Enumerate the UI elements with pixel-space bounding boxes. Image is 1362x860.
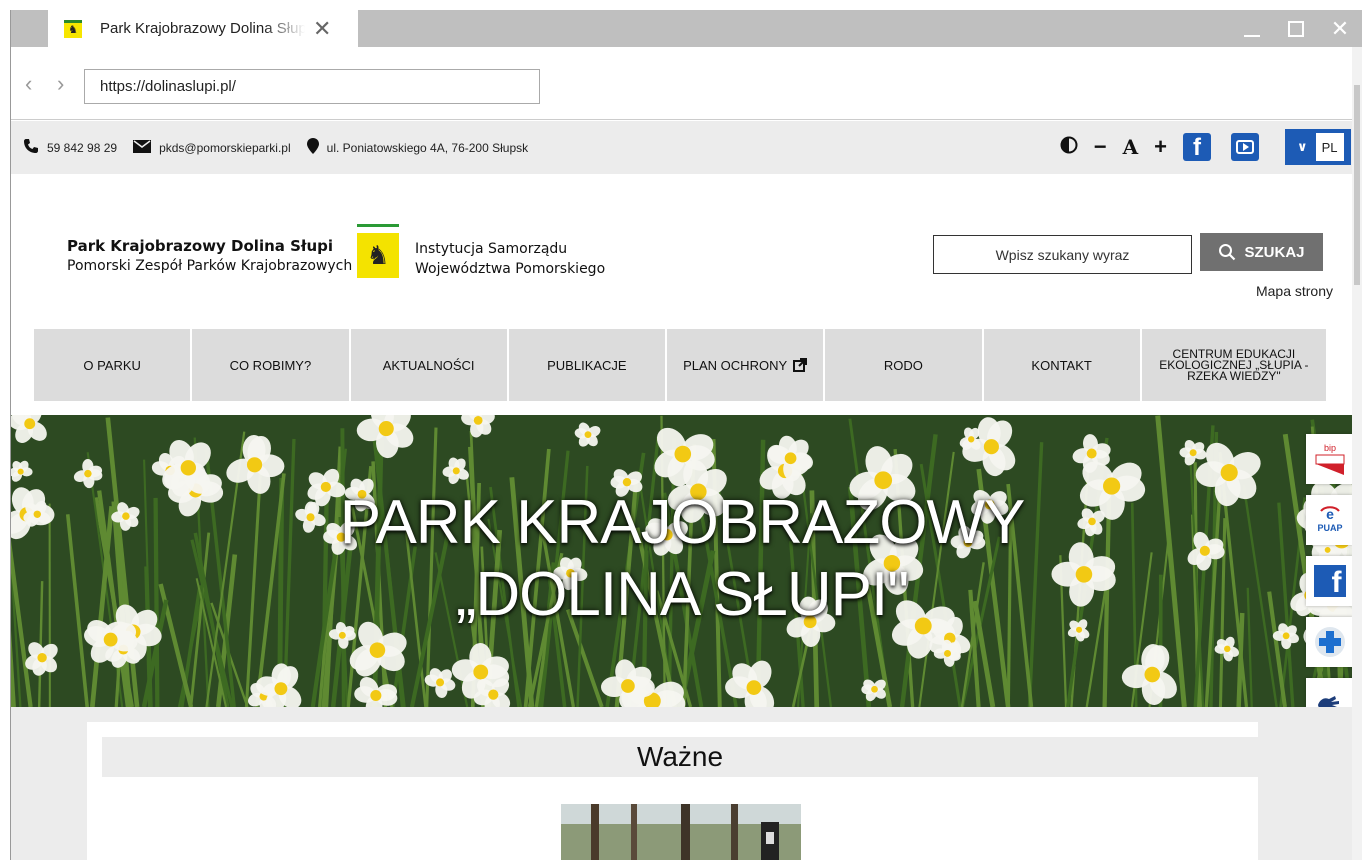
accessibility-tools: − A + f ∨ PL — [1060, 129, 1351, 165]
address-bar: ‹ › https://dolinaslupi.pl/ — [11, 47, 1362, 120]
phone-contact[interactable]: 59 842 98 29 — [23, 138, 117, 157]
window-controls: ✕ — [1230, 10, 1362, 47]
first-aid-link[interactable] — [1306, 617, 1353, 667]
envelope-icon — [133, 139, 152, 156]
forward-button[interactable]: › — [57, 71, 64, 97]
main-menu: O PARKU CO ROBIMY? AKTUALNOŚCI PUBLIKACJ… — [34, 329, 1326, 401]
page-scrollbar[interactable] — [1352, 47, 1362, 860]
url-input[interactable]: https://dolinaslupi.pl/ — [84, 69, 540, 104]
hero-title: PARK KRAJOBRAZOWY „DOLINA SŁUPI" — [11, 487, 1353, 631]
close-icon: ✕ — [1330, 15, 1350, 41]
address-contact[interactable]: ul. Poniatowskiego 4A, 76-200 Słupsk — [306, 138, 529, 157]
menu-item-centrum-edukacji[interactable]: CENTRUM EDUKACJI EKOLOGICZNEJ „SŁUPIA - … — [1141, 329, 1326, 401]
search-button[interactable]: SZUKAJ — [1200, 233, 1323, 271]
contact-bar: 59 842 98 29 pkds@pomorskieparki.pl ul. … — [11, 121, 1353, 174]
epuap-link[interactable]: e PUAP — [1306, 495, 1353, 545]
chevron-down-icon: ∨ — [1297, 139, 1308, 154]
institution-line1: Instytucja Samorządu — [415, 241, 568, 257]
hero-title-line2: „DOLINA SŁUPI" — [455, 560, 909, 629]
facebook-icon: f — [1313, 565, 1346, 599]
close-tab-icon[interactable]: ✕ — [313, 17, 331, 40]
institution-text: Instytucja Samorządu Województwa Pomorsk… — [415, 239, 605, 279]
external-link-icon — [793, 358, 808, 372]
bip-link[interactable]: bip — [1306, 434, 1353, 484]
facebook-side-link[interactable]: f — [1306, 556, 1353, 606]
menu-item-label: PLAN OCHRONY — [683, 357, 788, 373]
email-contact[interactable]: pkds@pomorskieparki.pl — [133, 139, 291, 156]
svg-text:bip: bip — [1323, 443, 1335, 453]
medical-cross-icon — [1314, 627, 1345, 657]
font-decrease-button[interactable]: − — [1094, 134, 1107, 160]
content-area: Ważne — [11, 707, 1353, 860]
site-logo-text[interactable]: Park Krajobrazowy Dolina Słupi Pomorski … — [67, 237, 352, 274]
section-title: Ważne — [102, 737, 1258, 777]
org-name: Park Krajobrazowy Dolina Słupi — [67, 237, 334, 255]
web-page: 59 842 98 29 pkds@pomorskieparki.pl ul. … — [11, 121, 1353, 860]
menu-item-aktualnosci[interactable]: AKTUALNOŚCI — [350, 329, 509, 401]
institution-line2: Województwa Pomorskiego — [415, 261, 606, 277]
sitemap-link[interactable]: Mapa strony — [1256, 283, 1333, 299]
close-window-button[interactable]: ✕ — [1318, 10, 1362, 47]
search-button-label: SZUKAJ — [1244, 243, 1305, 261]
tab-bar: ♞ Park Krajobrazowy Dolina Słupi ✕ ✕ — [11, 10, 1362, 47]
site-header: Park Krajobrazowy Dolina Słupi Pomorski … — [11, 174, 1353, 329]
tab-title: Park Krajobrazowy Dolina Słupi — [100, 20, 305, 37]
svg-text:PUAP: PUAP — [1317, 523, 1342, 533]
contrast-button[interactable] — [1060, 134, 1078, 160]
minimize-icon — [1244, 34, 1260, 37]
maximize-icon — [1288, 20, 1304, 37]
menu-item-rodo[interactable]: RODO — [825, 329, 984, 401]
browser-window: ♞ Park Krajobrazowy Dolina Słupi ✕ ✕ ‹ ›… — [10, 10, 1362, 860]
menu-item-publikacje[interactable]: PUBLIKACJE — [508, 329, 667, 401]
phone-icon — [23, 138, 39, 157]
menu-item-o-parku[interactable]: O PARKU — [34, 329, 193, 401]
org-subtitle: Pomorski Zespół Parków Krajobrazowych — [67, 258, 353, 274]
news-thumbnail[interactable] — [561, 804, 801, 860]
griffin-crest-icon: ♞ — [357, 224, 399, 278]
font-increase-button[interactable]: + — [1154, 134, 1167, 160]
maximize-button[interactable] — [1274, 10, 1318, 47]
language-code: PL — [1315, 133, 1344, 161]
hero-banner: PARK KRAJOBRAZOWY „DOLINA SŁUPI" — [11, 415, 1353, 707]
font-size-label: A — [1122, 135, 1139, 159]
search-input[interactable]: Wpisz szukany wyraz — [933, 235, 1192, 274]
important-section: Ważne — [87, 722, 1258, 860]
map-pin-icon — [306, 138, 319, 157]
epuap-icon: e PUAP — [1317, 506, 1342, 533]
language-selector[interactable]: ∨ PL — [1285, 129, 1351, 165]
menu-item-kontakt[interactable]: KONTAKT — [983, 329, 1142, 401]
email-address: pkds@pomorskieparki.pl — [159, 140, 291, 155]
browser-tab[interactable]: ♞ Park Krajobrazowy Dolina Słupi ✕ — [48, 10, 358, 47]
menu-item-co-robimy[interactable]: CO ROBIMY? — [192, 329, 351, 401]
minimize-button[interactable] — [1230, 10, 1274, 47]
favicon-icon: ♞ — [64, 19, 82, 38]
phone-number: 59 842 98 29 — [47, 140, 118, 155]
search-icon — [1219, 244, 1236, 261]
hero-title-line1: PARK KRAJOBRAZOWY — [339, 488, 1026, 557]
back-button[interactable]: ‹ — [25, 71, 32, 97]
youtube-icon[interactable] — [1231, 133, 1259, 161]
facebook-icon[interactable]: f — [1183, 133, 1211, 161]
menu-item-plan-ochrony[interactable]: PLAN OCHRONY — [667, 329, 826, 401]
scrollbar-thumb[interactable] — [1354, 85, 1360, 285]
contrast-icon — [1060, 136, 1078, 154]
street-address: ul. Poniatowskiego 4A, 76-200 Słupsk — [326, 140, 529, 155]
bip-icon: bip — [1315, 443, 1344, 475]
